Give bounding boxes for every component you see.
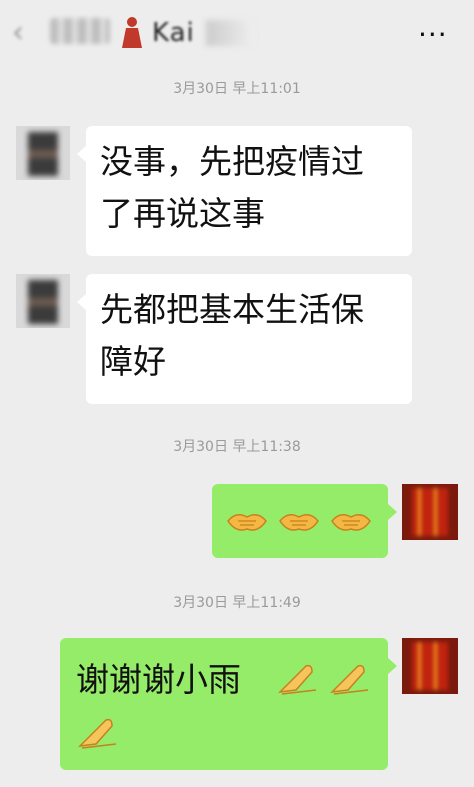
- handshake-icon: [331, 514, 371, 531]
- message-bubble[interactable]: 没事，先把疫情过 了再说这事: [77, 126, 412, 256]
- chat-title: Kai: [152, 18, 195, 48]
- chat-header: ‹ Kai ···: [0, 0, 474, 66]
- avatar[interactable]: [16, 274, 70, 328]
- message-text-line: 障好: [100, 342, 166, 381]
- timestamp: 3月30日 早上11:49: [173, 595, 301, 611]
- chevron-left-icon[interactable]: ‹: [12, 18, 42, 48]
- timestamp: 3月30日 早上11:38: [173, 439, 301, 455]
- handshake-icon: [227, 514, 267, 531]
- pray-hands-icon: [77, 718, 117, 749]
- message-bubble[interactable]: 先都把基本生活保 障好: [77, 274, 412, 404]
- message-text-line: 先都把基本生活保: [100, 290, 364, 329]
- avatar-icon: [122, 17, 142, 48]
- avatar[interactable]: [402, 484, 458, 540]
- more-icon[interactable]: ···: [418, 18, 448, 51]
- message-text: 谢谢谢小雨: [76, 660, 241, 699]
- blurred-title: [206, 20, 254, 46]
- avatar[interactable]: [402, 638, 458, 694]
- pray-hands-icon: [277, 664, 317, 695]
- blurred-name: [50, 18, 110, 44]
- message-text-line: 没事，先把疫情过: [100, 142, 364, 181]
- message-text-line: 了再说这事: [100, 194, 265, 233]
- avatar[interactable]: [16, 126, 70, 180]
- timestamp: 3月30日 早上11:01: [173, 81, 301, 97]
- message-bubble[interactable]: [212, 484, 397, 558]
- pray-hands-icon: [329, 664, 369, 695]
- message-bubble[interactable]: 谢谢谢小雨: [60, 638, 397, 770]
- handshake-icon: [279, 514, 319, 531]
